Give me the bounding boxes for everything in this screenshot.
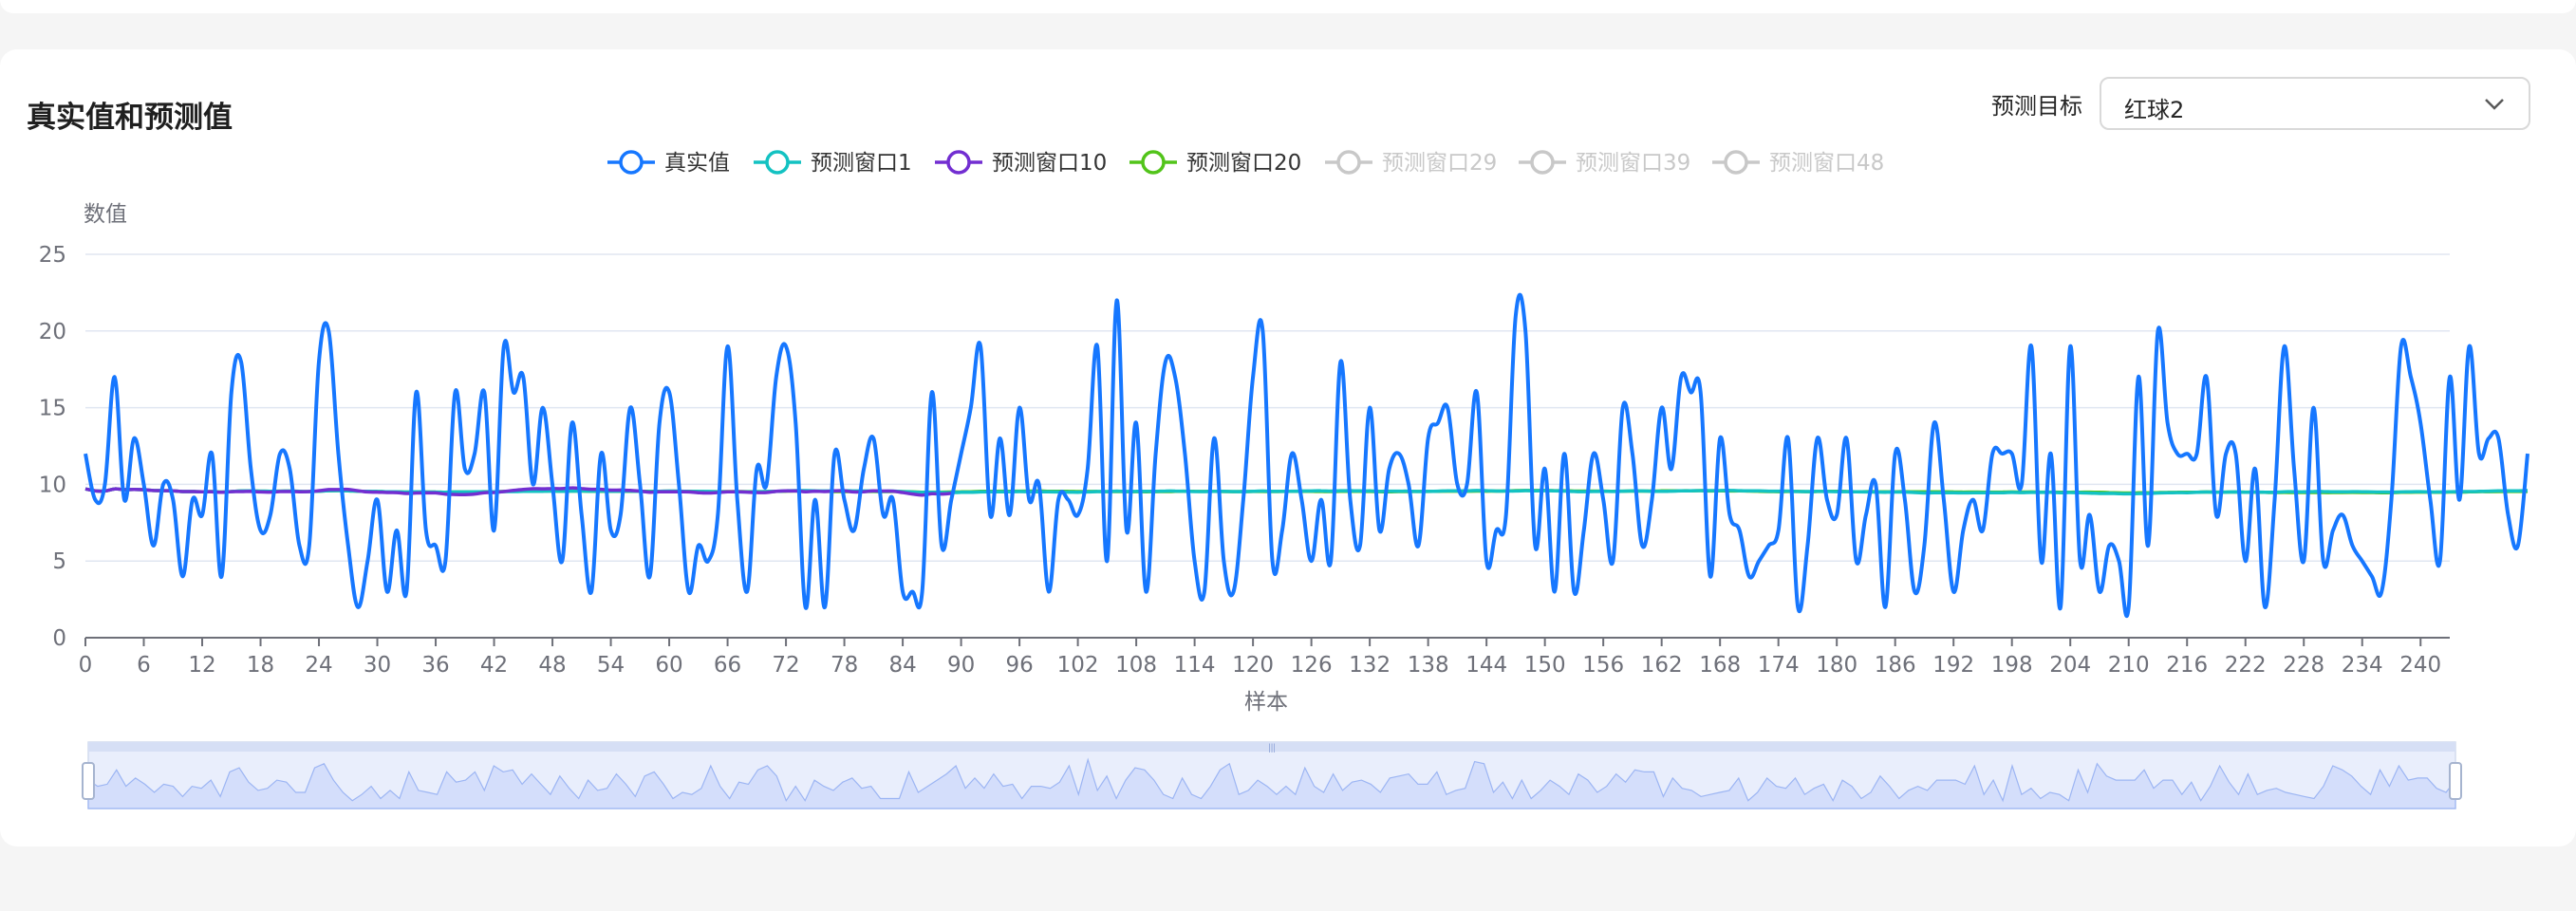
x-tick-label: 36	[421, 653, 449, 678]
x-tick-label: 216	[2166, 653, 2208, 678]
x-tick-label: 66	[714, 653, 741, 678]
legend-label: 预测窗口10	[992, 151, 1107, 176]
x-tick-label: 222	[2225, 653, 2267, 678]
x-tick-label: 156	[1582, 653, 1624, 678]
x-tick-label: 90	[947, 653, 975, 678]
x-tick-label: 234	[2342, 653, 2383, 678]
x-tick-label: 54	[597, 653, 625, 678]
x-tick-label: 6	[137, 653, 151, 678]
x-tick-label: 114	[1174, 653, 1216, 678]
x-tick-label: 162	[1641, 653, 1683, 678]
x-tick-label: 48	[538, 653, 566, 678]
legend-item[interactable]: 预测窗口10	[935, 150, 1107, 176]
x-tick-label: 108	[1115, 653, 1157, 678]
x-tick-label: 126	[1291, 653, 1333, 678]
x-tick-label: 174	[1758, 653, 1800, 678]
legend-item[interactable]: 预测窗口48	[1712, 150, 1884, 176]
x-tick-label: 96	[1005, 653, 1033, 678]
x-tick-label: 138	[1408, 653, 1449, 678]
legend-item[interactable]: 预测窗口39	[1519, 150, 1690, 176]
x-tick-label: 78	[831, 653, 858, 678]
legend-item[interactable]: 真实值	[607, 150, 730, 176]
legend-label: 预测窗口20	[1186, 151, 1301, 176]
legend-label: 预测窗口48	[1769, 151, 1884, 176]
y-axis-ticks: 0 5 10 15 20 25	[39, 243, 66, 651]
legend-label: 真实值	[664, 151, 730, 176]
legend-label: 预测窗口1	[811, 151, 912, 176]
x-tick-label: 132	[1349, 653, 1391, 678]
legend-marker-icon	[1530, 150, 1555, 175]
grip-icon[interactable]: |||	[1268, 743, 1276, 753]
data-zoom-slider: |||	[82, 741, 2462, 809]
slider-handle-right[interactable]	[2449, 762, 2462, 800]
x-tick-label: 192	[1932, 653, 1974, 678]
legend-label: 预测窗口39	[1576, 151, 1690, 176]
x-tick-label: 60	[655, 653, 682, 678]
legend-item[interactable]: 预测窗口1	[754, 150, 912, 176]
legend-marker-icon	[1724, 150, 1748, 175]
x-tick-label: 204	[2049, 653, 2091, 678]
x-tick-label: 228	[2283, 653, 2324, 678]
x-tick-label: 84	[888, 653, 916, 678]
x-tick-label: 102	[1057, 653, 1099, 678]
x-tick-label: 120	[1232, 653, 1274, 678]
chart-legend: 真实值 预测窗口1 预测窗口10 预测窗口20 预测窗口29 预测窗口39 预测窗口48	[607, 150, 1884, 176]
slider-handle-left[interactable]	[82, 762, 95, 800]
x-tick-label: 18	[247, 653, 274, 678]
x-axis-ticks: 0 6 12 18 24 30 36 42 48 54 60 66 72 78 84 90 96 102 108 11…	[79, 637, 2450, 678]
y-tick-label: 5	[52, 549, 66, 574]
legend-marker-icon	[1336, 150, 1361, 175]
series-line-actual	[84, 292, 2529, 619]
x-tick-label: 210	[2108, 653, 2150, 678]
x-tick-label: 198	[1991, 653, 2033, 678]
y-axis-label: 数值	[84, 202, 127, 227]
legend-marker-icon	[765, 150, 790, 175]
x-tick-label: 72	[772, 653, 799, 678]
legend-marker-icon	[619, 150, 644, 175]
y-tick-label: 25	[39, 243, 66, 268]
legend-label: 预测窗口29	[1382, 151, 1497, 176]
x-tick-label: 30	[364, 653, 391, 678]
y-tick-label: 15	[39, 397, 66, 421]
y-tick-label: 0	[52, 626, 66, 651]
x-tick-label: 240	[2399, 653, 2441, 678]
legend-item[interactable]: 预测窗口20	[1129, 150, 1301, 176]
x-tick-label: 144	[1465, 653, 1507, 678]
legend-marker-icon	[1141, 150, 1166, 175]
x-tick-label: 180	[1816, 653, 1857, 678]
x-tick-label: 168	[1699, 653, 1741, 678]
legend-item[interactable]: 预测窗口29	[1325, 150, 1497, 176]
x-tick-label: 0	[79, 653, 93, 678]
x-axis-label: 样本	[1244, 690, 1288, 715]
plot-area	[84, 292, 2529, 619]
x-tick-label: 150	[1524, 653, 1566, 678]
x-tick-label: 186	[1875, 653, 1916, 678]
y-tick-label: 10	[39, 473, 66, 497]
line-chart: 真实值 预测窗口1 预测窗口10 预测窗口20 预测窗口29 预测窗口39 预测窗口48 数…	[39, 150, 2529, 809]
y-tick-label: 20	[39, 320, 66, 344]
legend-marker-icon	[946, 150, 971, 175]
x-tick-label: 24	[305, 653, 332, 678]
x-tick-label: 42	[480, 653, 508, 678]
x-tick-label: 12	[188, 653, 215, 678]
